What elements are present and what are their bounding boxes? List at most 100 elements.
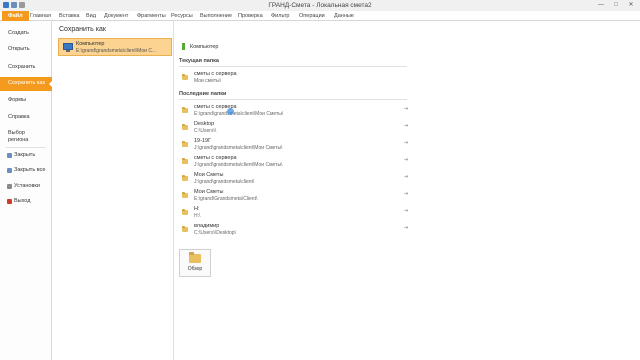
current-folder-item[interactable]: сметы с сервера Мои сметы\ bbox=[180, 70, 408, 87]
tab-view[interactable]: Вид bbox=[86, 13, 96, 19]
settings-icon bbox=[7, 184, 12, 189]
open-folder-icon bbox=[189, 252, 201, 263]
folder-icon bbox=[182, 124, 188, 130]
recent-folder-item[interactable]: сметы с сервера E:\grand\grandsmeta\clie… bbox=[180, 103, 408, 120]
mouse-cursor-icon bbox=[227, 108, 234, 115]
window-title: ГРАНД-Смета - Локальная смета2 bbox=[268, 2, 372, 9]
save-as-title: Сохранить как bbox=[59, 26, 106, 33]
folder-name: Мои Сметы bbox=[194, 172, 224, 178]
tab-data[interactable]: Данные bbox=[334, 13, 354, 19]
tab-check[interactable]: Проверка bbox=[238, 13, 263, 19]
computer-label: Компьютер bbox=[190, 43, 219, 50]
folder-path: H:\ bbox=[194, 213, 201, 219]
save-as-panel: Сохранить как Компьютер E:\grand\grandsm… bbox=[52, 21, 174, 360]
close-button[interactable]: ✕ bbox=[624, 1, 638, 9]
tab-insert[interactable]: Вставка bbox=[59, 13, 79, 19]
recent-folder-item[interactable]: H: H:\ ⇥ bbox=[180, 205, 408, 222]
folder-name: владимир bbox=[194, 223, 220, 229]
pin-icon[interactable]: ⇥ bbox=[404, 208, 408, 214]
recent-folder-item[interactable]: 19-19Г J:\grand\grandsmeta\client\Мои См… bbox=[180, 137, 408, 154]
sidebar-divider bbox=[6, 147, 46, 148]
pin-icon[interactable]: ⇥ bbox=[404, 225, 408, 231]
folder-path: J:\grand\grandsmeta\client\Мои Сметы\ bbox=[194, 162, 283, 168]
computer-location-row: Компьютер bbox=[182, 43, 218, 50]
folders-panel: Компьютер Текущая папка сметы с сервера … bbox=[176, 21, 412, 360]
computer-marker-icon bbox=[182, 43, 185, 50]
sidebar-item-forms[interactable]: Формы bbox=[0, 97, 52, 104]
minimize-button[interactable]: — bbox=[594, 1, 608, 9]
folder-icon bbox=[182, 175, 188, 181]
folder-path: E:\grand\Grandsmeta\Client\ bbox=[194, 196, 258, 202]
tab-operations[interactable]: Операции bbox=[299, 13, 325, 19]
tab-resources[interactable]: Ресурсы bbox=[171, 13, 193, 19]
pin-icon[interactable]: ⇥ bbox=[404, 191, 408, 197]
folder-name: Desktop bbox=[194, 121, 215, 127]
sidebar-action-label: Выход bbox=[14, 198, 31, 204]
folder-name: H: bbox=[194, 206, 200, 212]
sidebar-action-settings[interactable]: Установки bbox=[0, 183, 52, 190]
computer-icon bbox=[63, 43, 73, 52]
sidebar-item-help[interactable]: Справка bbox=[0, 114, 52, 121]
browse-button[interactable]: Обзор bbox=[179, 249, 211, 277]
recent-folder-item[interactable]: сметы с сервера J:\grand\grandsmeta\clie… bbox=[180, 154, 408, 171]
folder-path: C:\Users\\ bbox=[194, 128, 217, 134]
location-computer-selected[interactable]: Компьютер E:\grand\grandsmeta\client\Мои… bbox=[58, 38, 172, 56]
folder-icon bbox=[182, 226, 188, 232]
folder-path: E:\grand\grandsmeta\client\Мои Сметы\ bbox=[194, 111, 284, 117]
tab-file[interactable]: Файл bbox=[2, 11, 29, 21]
folder-path: C:\Users\\Desktop\ bbox=[194, 230, 236, 236]
location-name: Компьютер bbox=[76, 41, 105, 47]
sidebar-action-close[interactable]: Закрыть bbox=[0, 152, 52, 159]
tab-filter[interactable]: Фильтр bbox=[271, 13, 289, 19]
maximize-button[interactable]: □ bbox=[609, 1, 623, 9]
current-folder-header: Текущая папка bbox=[179, 58, 219, 64]
folder-path: Мои сметы\ bbox=[194, 78, 222, 84]
sidebar-action-label: Закрыть все bbox=[14, 167, 46, 173]
ribbon-tabs: Файл Главная Вставка Вид Документ Фрагме… bbox=[0, 11, 640, 21]
close-doc-icon bbox=[7, 153, 12, 158]
sidebar-item-save[interactable]: Сохранить bbox=[0, 64, 52, 71]
section-divider bbox=[179, 66, 407, 67]
pin-icon[interactable]: ⇥ bbox=[404, 123, 408, 129]
tab-fragments[interactable]: Фрагменты bbox=[137, 13, 166, 19]
folder-icon bbox=[182, 209, 188, 215]
close-all-icon bbox=[7, 168, 12, 173]
exit-icon bbox=[7, 199, 12, 204]
folder-name: Мои Сметы bbox=[194, 189, 224, 195]
recent-folders-header: Последние папки bbox=[179, 91, 227, 97]
recent-folder-item[interactable]: Мои Сметы E:\grand\Grandsmeta\Client\ ⇥ bbox=[180, 188, 408, 205]
folder-path: J:\grand\grandsmeta\client\ bbox=[194, 179, 255, 185]
folder-icon bbox=[182, 158, 188, 164]
sidebar-item-region[interactable]: Выбор региона bbox=[0, 130, 44, 144]
recent-folder-item[interactable]: Desktop C:\Users\\ ⇥ bbox=[180, 120, 408, 137]
folder-name: сметы с сервера bbox=[194, 155, 237, 161]
folder-path: J:\grand\grandsmeta\client\Мои Сметы\ bbox=[194, 145, 283, 151]
tab-execution[interactable]: Выполнение bbox=[200, 13, 232, 19]
tab-document[interactable]: Документ bbox=[104, 13, 128, 19]
pin-icon[interactable]: ⇥ bbox=[404, 157, 408, 163]
location-path: E:\grand\grandsmeta\client\Мои С... bbox=[76, 48, 157, 54]
pin-icon[interactable]: ⇥ bbox=[404, 140, 408, 146]
sidebar-action-close-all[interactable]: Закрыть все bbox=[0, 167, 52, 174]
recent-folder-item[interactable]: Мои Сметы J:\grand\grandsmeta\client\ ⇥ bbox=[180, 171, 408, 188]
folder-icon bbox=[182, 192, 188, 198]
tab-home[interactable]: Главная bbox=[30, 13, 51, 19]
browse-label: Обзор bbox=[187, 266, 203, 272]
folder-icon bbox=[182, 107, 188, 113]
sidebar-action-label: Закрыть bbox=[14, 152, 36, 158]
sidebar-item-create[interactable]: Создать bbox=[0, 30, 52, 37]
sidebar-item-open[interactable]: Открыть bbox=[0, 46, 52, 53]
window-controls: — □ ✕ bbox=[594, 1, 638, 9]
backstage-sidebar: Создать Открыть Сохранить Сохранить как … bbox=[0, 21, 53, 360]
folder-icon bbox=[182, 141, 188, 147]
folder-name: сметы с сервера bbox=[194, 71, 237, 77]
sidebar-action-label: Установки bbox=[14, 183, 40, 189]
pin-icon[interactable]: ⇥ bbox=[404, 106, 408, 112]
sidebar-action-exit[interactable]: Выход bbox=[0, 198, 52, 205]
sidebar-item-save-as[interactable]: Сохранить как bbox=[0, 77, 53, 91]
folder-name: 19-19Г bbox=[194, 138, 212, 144]
recent-folder-item[interactable]: владимир C:\Users\\Desktop\ ⇥ bbox=[180, 222, 408, 239]
pin-icon[interactable]: ⇥ bbox=[404, 174, 408, 180]
section-divider bbox=[179, 99, 407, 100]
title-bar: ГРАНД-Смета - Локальная смета2 — □ ✕ bbox=[0, 0, 640, 11]
